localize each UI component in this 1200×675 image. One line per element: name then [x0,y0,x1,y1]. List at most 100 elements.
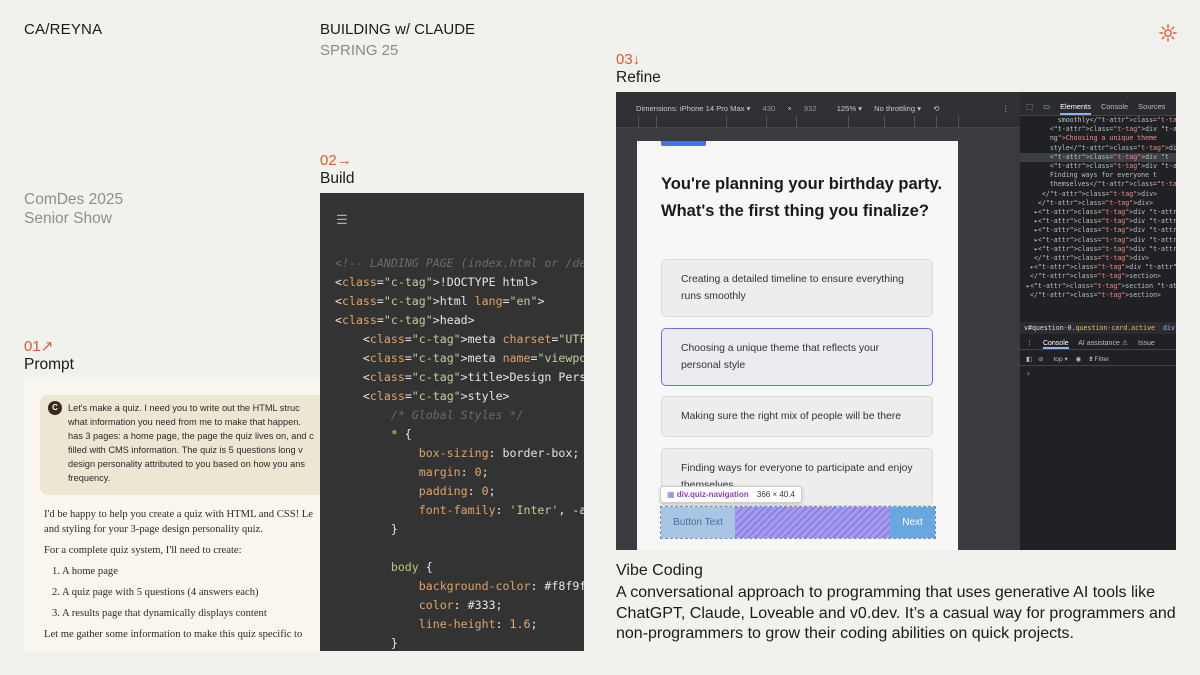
code-line: * { [390,427,412,441]
more-icon[interactable]: ⋮ [1002,104,1010,113]
height-field[interactable]: 932 [804,104,817,113]
device-icon[interactable]: ▭ [1043,102,1050,111]
page-title: BUILDING w/ CLAUDE [320,21,476,38]
code-line: } [335,522,398,536]
event-line-1: ComDes 2025 [24,191,124,208]
dom-node[interactable]: themselves</"t-attr">class="t-tag">div> [1026,180,1176,189]
dom-node[interactable]: style</"t-attr">class="t-tag">div> [1026,144,1176,153]
assistant-message: I'd be happy to help you create a quiz w… [44,507,320,648]
dom-node[interactable]: </"t-attr">class="t-tag">div> [1026,199,1176,208]
vibe-description: A conversational approach to programming… [616,584,1176,642]
throttle-select[interactable]: No throttling ▾ [874,104,921,113]
user-message: C Let's make a quiz. I need you to write… [40,395,320,495]
arrow-right-icon: → [336,152,352,169]
inspect-icon[interactable]: ⬚ [1026,102,1033,111]
sidebar-icon[interactable]: ◧ [1026,356,1032,363]
dom-node[interactable]: </"t-attr">class="t-tag">section> [1026,291,1176,300]
code-line: body { [390,560,433,574]
dom-node[interactable]: smoothly</"t-attr">class="t-tag">div> [1026,116,1176,125]
tab-sources[interactable]: Sources [1138,102,1165,111]
answer-option-3[interactable]: Making sure the right mix of people will… [661,396,933,437]
prompt-screenshot: C Let's make a quiz. I need you to write… [24,377,320,651]
grid-icon: ▦ [667,490,675,499]
tab-console-drawer[interactable]: Console [1042,340,1069,349]
tab-console[interactable]: Console [1101,102,1128,111]
console-toolbar: ◧ ⊘ top ▾ ◉ ⩩ Filter [1020,352,1176,366]
devtools-screenshot: Dimensions: iPhone 14 Pro Max ▾ 430 × 93… [616,92,1176,550]
prev-button[interactable]: Button Text [661,507,735,538]
code-editor: ☰ <!-- LANDING PAGE (index.html or /des <… [320,193,584,651]
dom-node[interactable]: ▸<"t-attr">class="t-tag">div "t-attr">cl… [1026,245,1176,254]
more-icon[interactable]: ⋮ [1026,340,1033,347]
breadcrumb-active[interactable]: question-card.active [1076,324,1155,332]
section-number: 02 [320,152,337,169]
dom-node[interactable]: <"t-attr">class="t-tag">div "t-attr">cla… [1026,125,1176,134]
context-select[interactable]: top ▾ [1053,356,1067,363]
drawer-tabs: ⋮ Console AI assistance ⚠ Issue [1020,338,1176,350]
dom-node[interactable]: ▸<"t-attr">class="t-tag">div "t-attr">cl… [1026,226,1176,235]
code-line: box-sizing: border-box; [418,446,580,460]
brand-name: CA/REYNA [24,21,103,38]
code-line: <class="c-tag">style> [335,389,510,403]
event-line-2: Senior Show [24,210,112,227]
answer-option-1[interactable]: Creating a detailed timeline to ensure e… [661,259,933,317]
section-number: 03 [616,51,633,68]
response-list: 1. A home page 2. A quiz page with 5 que… [52,564,320,621]
breadcrumb-item[interactable]: div.o [1163,324,1176,332]
question-title: You're planning your birthday party. Wha… [661,175,943,220]
element-tooltip: ▦ div.quiz-navigation 366 × 40.4 [660,486,802,503]
dom-node[interactable]: </"t-attr">class="t-tag">div> [1026,190,1176,199]
response-text: Let me gather some information to make t… [44,629,303,640]
section-label: Build [320,170,355,187]
dom-node[interactable]: <"t-attr">class="t-tag">div "t-attr">cla… [1020,152,1176,163]
dom-node[interactable]: ▸<"t-attr">class="t-tag">div "t-attr">cl… [1026,263,1176,272]
filter-input[interactable]: Filter [1095,356,1110,363]
elements-panel: ⬚ ▭ Elements Console Sources smoothly</"… [1020,92,1176,550]
dom-node[interactable]: </"t-attr">class="t-tag">div> [1026,254,1176,263]
breadcrumb: v#question-0.question-card.active div.o [1020,322,1176,334]
list-item: 1. A home page [52,566,118,577]
user-line: frequency. [68,473,111,483]
code-line: <class="c-tag">head> [335,313,475,327]
answer-option-2[interactable]: Choosing a unique theme that reflects yo… [661,328,933,386]
width-field[interactable]: 430 [763,104,776,113]
dom-node[interactable]: ▸<"t-attr">class="t-tag">div "t-attr">cl… [1026,236,1176,245]
nav-gap-highlight [735,507,890,538]
section-number: 01 [24,338,41,355]
console-prompt[interactable]: › [1026,369,1031,378]
dom-node[interactable]: ▸<"t-attr">class="t-tag">section "t-attr… [1026,282,1176,291]
tab-ai-assistance[interactable]: AI assistance ⚠ [1078,340,1128,347]
dom-node[interactable]: ▸<"t-attr">class="t-tag">div "t-attr">cl… [1026,217,1176,226]
device-select[interactable]: Dimensions: iPhone 14 Pro Max ▾ [636,104,750,113]
user-line: filled with CMS information. The quiz is… [68,445,303,455]
clear-icon[interactable]: ⊘ [1038,356,1044,363]
code-line: <class="c-tag">meta charset="UTF-8"> [335,332,584,346]
tab-issues[interactable]: Issue [1138,340,1155,347]
zoom-select[interactable]: 125% ▾ [837,104,862,113]
code-line: <class="c-tag">meta name="viewport" cont… [335,351,584,365]
dom-node[interactable]: <"t-attr">class="t-tag">div "t-attr">cla… [1026,162,1176,171]
code-line: <class="c-tag">title>Design Personality … [335,370,584,384]
filter-icon: ⩩ [1089,356,1093,363]
user-line: has 3 pages: a home page, the page the q… [68,431,314,441]
next-button[interactable]: Next [890,507,935,538]
ruler [616,116,1020,128]
arrow-up-right-icon: ↗ [40,338,54,355]
breadcrumb-item[interactable]: v#question-0. [1024,324,1076,332]
list-item: 2. A quiz page with 5 questions (4 answe… [52,587,259,598]
user-line: Let's make a quiz. I need you to write o… [68,403,300,413]
rotate-icon[interactable]: ⟲ [933,104,939,113]
list-icon[interactable]: ☰ [336,213,348,228]
code-line: margin: 0; [418,465,489,479]
dom-node[interactable]: </"t-attr">class="t-tag">section> [1026,272,1176,281]
eye-icon[interactable]: ◉ [1076,356,1082,363]
quiz-navigation: Button Text Next [660,506,936,539]
times-label: × [787,104,792,113]
dom-node[interactable]: ▸<"t-attr">class="t-tag">div "t-attr">cl… [1026,208,1176,217]
dom-node[interactable]: Making sure the right mix o [1170,152,1176,163]
tab-elements[interactable]: Elements [1060,102,1091,115]
page-subtitle: SPRING 25 [320,42,399,59]
dom-node[interactable]: ng">Choosing a unique theme [1026,134,1176,143]
dom-node[interactable]: Finding ways for everyone t [1026,171,1176,180]
